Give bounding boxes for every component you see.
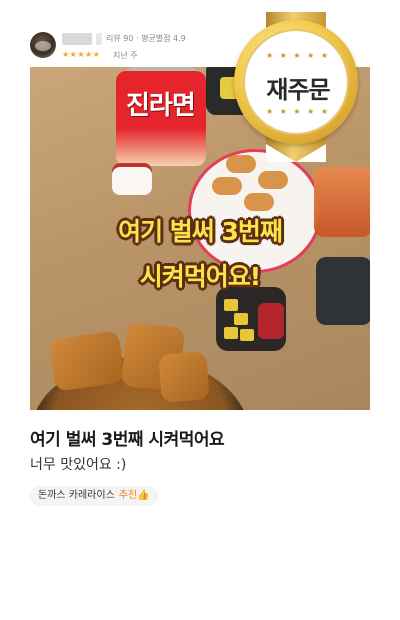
- reviewer-name-redacted: [62, 33, 92, 45]
- croquette: [212, 177, 242, 195]
- badge-stars-bottom: ★ ★ ★ ★ ★: [265, 107, 331, 116]
- menu-tag-label: 돈까스 카레라이스: [38, 490, 115, 501]
- reviewer-stats: 리뷰 90 · 평균별점 4.9: [106, 34, 186, 43]
- rating-stars: ★★★★★: [62, 50, 101, 59]
- review-body: 너무 맛있어요 :): [30, 457, 127, 473]
- badge-inner: ★ ★ ★ ★ ★ 재주문 ★ ★ ★ ★ ★: [243, 29, 349, 135]
- reviewer-name-redacted-2: [96, 33, 102, 45]
- pork-cutlet: [158, 351, 210, 403]
- reorder-badge-label: 재주문: [266, 76, 330, 104]
- review-title: 여기 벌써 3번째 시켜먹어요: [30, 430, 225, 450]
- recommend-label: 추천👍: [118, 490, 150, 501]
- photo-caption-line-2: 시켜먹어요!: [139, 262, 261, 291]
- pork-cutlet: [48, 330, 126, 392]
- menu-tag[interactable]: 돈까스 카레라이스 추천👍: [30, 486, 158, 506]
- cup-noodle-label: 진라면: [126, 91, 196, 121]
- croquette: [226, 155, 256, 173]
- pickle: [234, 313, 248, 325]
- pickle: [240, 329, 254, 341]
- reviewer-avatar[interactable]: [30, 32, 56, 58]
- pickle: [224, 327, 238, 339]
- pickle: [224, 299, 238, 311]
- croquette: [244, 193, 274, 211]
- badge-stars-top: ★ ★ ★ ★ ★: [265, 51, 331, 60]
- kimchi: [258, 303, 284, 339]
- reorder-badge: ★ ★ ★ ★ ★ 재주문 ★ ★ ★ ★ ★: [234, 20, 358, 144]
- review-date: 지난 주: [113, 51, 138, 60]
- croquette: [258, 171, 288, 189]
- photo-caption-line-1: 여기 벌써 3번째: [118, 217, 283, 246]
- sauce-cup: [112, 163, 152, 195]
